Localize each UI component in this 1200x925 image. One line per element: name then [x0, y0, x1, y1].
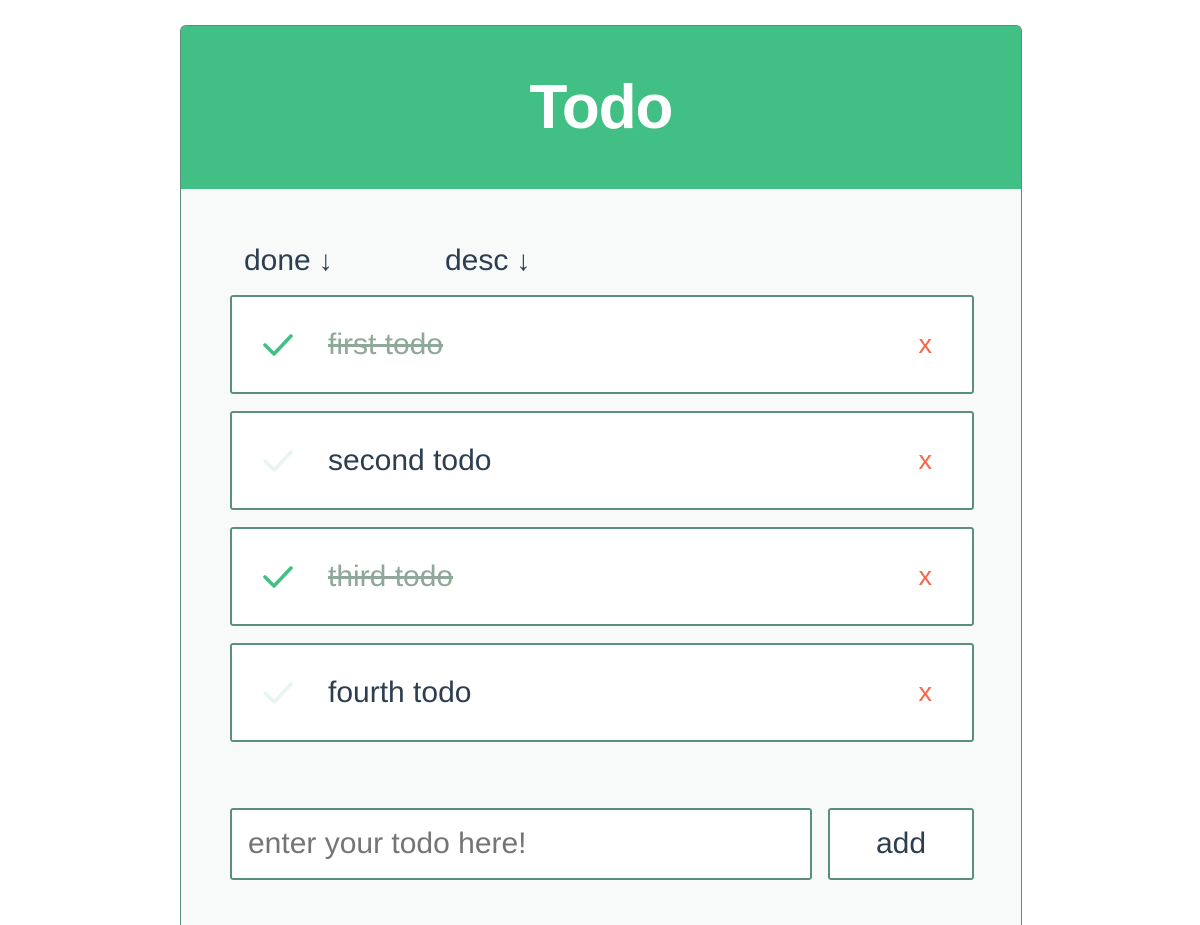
add-button[interactable]: add: [828, 808, 974, 880]
todo-card: Todo done ↓ desc ↓ first todo x second t…: [180, 25, 1022, 925]
arrow-down-icon: ↓: [516, 245, 531, 276]
todo-text: first todo: [328, 327, 444, 361]
add-todo-form: add: [230, 808, 974, 880]
todo-text: second todo: [328, 443, 492, 477]
todo-item: second todo x: [230, 411, 974, 510]
todo-text: third todo: [328, 559, 454, 593]
remove-todo-button[interactable]: x: [919, 329, 933, 360]
remove-todo-button[interactable]: x: [919, 561, 933, 592]
remove-todo-button[interactable]: x: [919, 677, 933, 708]
todo-input[interactable]: [230, 808, 812, 880]
todo-list: first todo x second todo x third todo x …: [230, 295, 974, 759]
app-title: Todo: [529, 73, 674, 142]
check-icon[interactable]: [262, 564, 294, 590]
sort-done-label: done: [244, 244, 311, 277]
todo-text: fourth todo: [328, 675, 472, 709]
sort-bar: done ↓ desc ↓: [244, 236, 530, 286]
todo-item: fourth todo x: [230, 643, 974, 742]
sort-desc-label: desc: [445, 244, 509, 277]
check-icon[interactable]: [262, 680, 294, 706]
remove-todo-button[interactable]: x: [919, 445, 933, 476]
check-icon[interactable]: [262, 332, 294, 358]
todo-item: first todo x: [230, 295, 974, 394]
arrow-down-icon: ↓: [318, 245, 333, 276]
sort-done-button[interactable]: done ↓: [244, 244, 445, 278]
sort-desc-button[interactable]: desc ↓: [445, 244, 530, 278]
todo-item: third todo x: [230, 527, 974, 626]
app-header: Todo: [181, 26, 1021, 189]
check-icon[interactable]: [262, 448, 294, 474]
